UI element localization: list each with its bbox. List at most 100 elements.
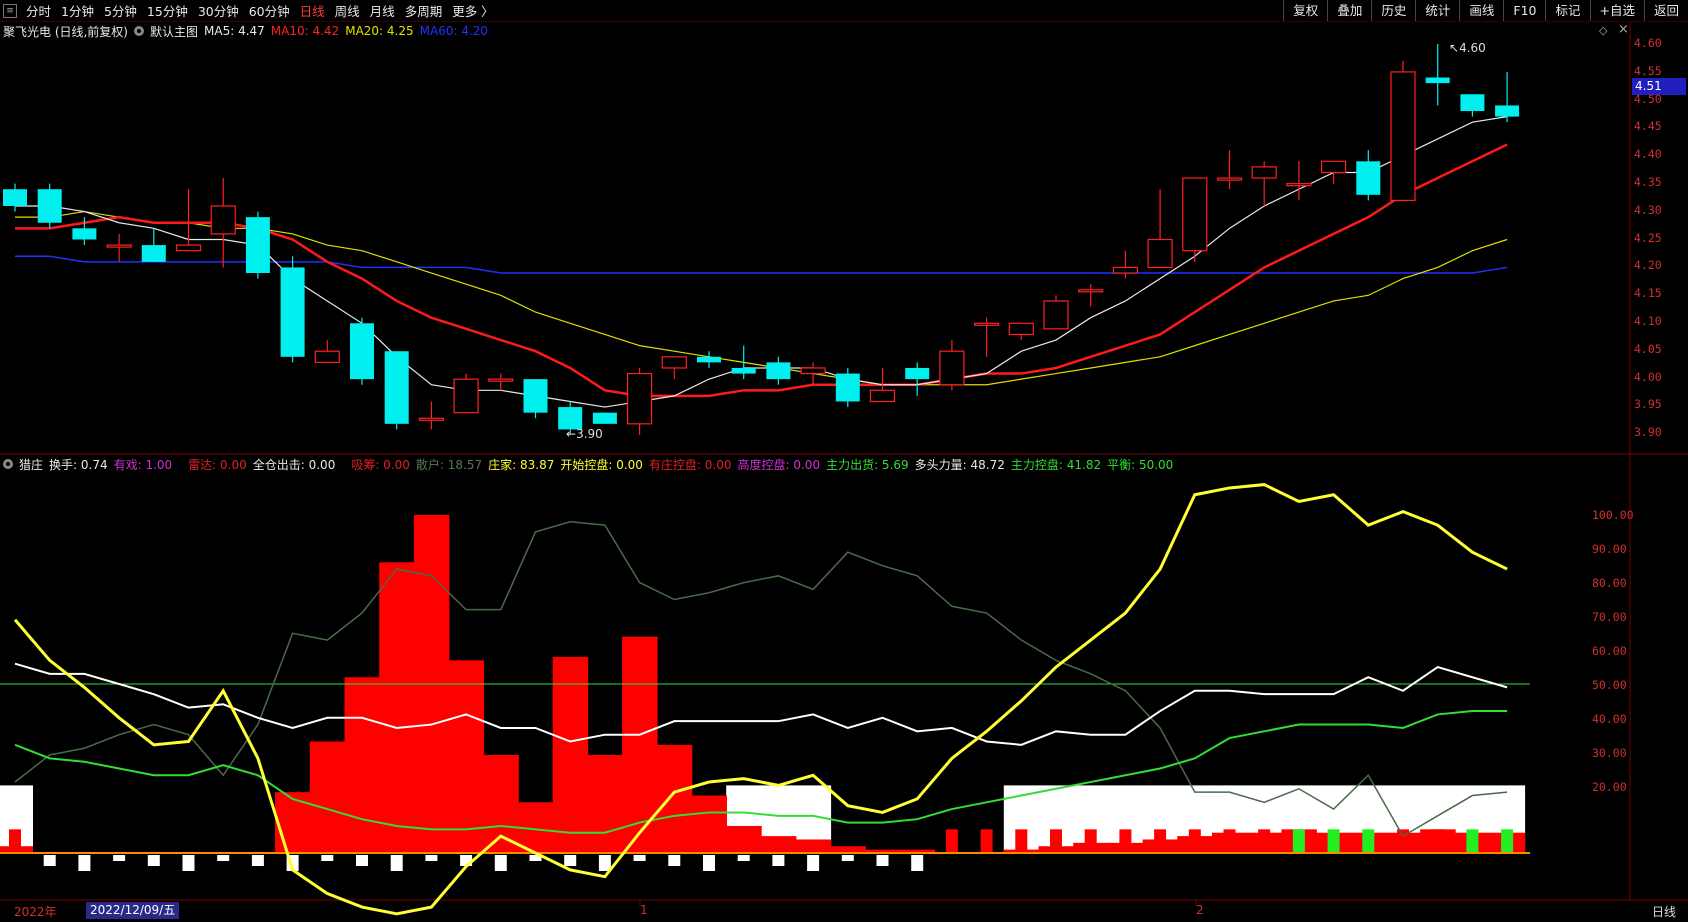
candle-body <box>835 373 860 402</box>
close-icon[interactable]: × <box>1618 22 1629 37</box>
candle-body <box>1495 105 1520 117</box>
small-bar <box>1084 829 1097 853</box>
small-bar <box>564 855 577 866</box>
red-bar <box>691 795 727 853</box>
indicator-value: 有庄控盘: 0.00 <box>648 457 732 472</box>
candle-body <box>1112 266 1139 274</box>
red-bar <box>795 839 832 853</box>
candle-body <box>350 323 374 380</box>
small-bar <box>1223 829 1236 853</box>
main-legend: 聚飞光电 (日线,前复权) 默认主图 MA5: 4.47 MA10: 4.42 … <box>3 22 494 40</box>
x-year-label: 2022年 <box>14 905 57 919</box>
small-bar <box>1050 829 1062 853</box>
small-bar <box>9 829 21 853</box>
price-tick-label: 4.15 <box>1634 286 1662 301</box>
ma5-label: MA5: 4.47 <box>204 24 265 38</box>
candle-body <box>1356 161 1381 195</box>
small-bar <box>911 855 924 871</box>
candle-body <box>592 412 617 424</box>
indicator-tick-label: 90.00 <box>1592 542 1627 556</box>
indicator-value: 平衡: 50.00 <box>1107 457 1174 472</box>
x-month-label-2: 2 <box>1196 903 1204 917</box>
price-tick-label: 4.05 <box>1634 341 1662 356</box>
indicator-legend: 猎庄 换手: 0.74 有戏: 1.00 雷达: 0.00 全仓出击: 0.00 吸筹:… <box>3 455 1179 473</box>
indicator-name[interactable]: 猎庄 <box>19 456 43 473</box>
red-bar <box>552 656 589 853</box>
main-indicator-name[interactable]: 默认主图 <box>150 23 198 40</box>
red-bar <box>309 741 346 853</box>
ma20-label: MA20: 4.25 <box>345 24 414 38</box>
small-bar <box>390 855 403 871</box>
indicator-value: 有戏: 1.00 <box>113 457 173 472</box>
price-tick-label: 4.10 <box>1634 314 1662 328</box>
price-tick-label: 4.40 <box>1634 147 1662 162</box>
candle-body <box>418 417 444 421</box>
price-tick-label: 3.95 <box>1634 397 1662 412</box>
small-bar <box>980 829 993 853</box>
candle-body <box>1078 289 1104 293</box>
stock-name: 聚飞光电 (日线,前复权) <box>3 24 128 39</box>
small-bar <box>1501 829 1514 853</box>
indicator-value: 散户: 18.57 <box>415 457 483 472</box>
period-footer-label: 日线 <box>1652 905 1677 919</box>
candle-body <box>661 356 687 369</box>
small-bar <box>113 855 126 861</box>
small-bar <box>251 855 264 866</box>
red-bar <box>379 562 415 853</box>
indicator-tick-label: 100.00 <box>1592 508 1634 522</box>
candle-body <box>1043 300 1069 330</box>
small-bar <box>807 855 820 871</box>
small-bar <box>425 855 438 861</box>
candle-body <box>141 245 166 262</box>
small-bar <box>1154 829 1167 853</box>
high-annotation: ↖4.60 <box>1449 41 1486 55</box>
small-bar <box>182 855 195 871</box>
small-bar <box>494 855 507 871</box>
indicator-value: 高度控盘: 0.00 <box>737 457 821 472</box>
small-bar <box>633 855 646 861</box>
indicator-value: 多头力量: 48.72 <box>914 457 1005 472</box>
indicator-value: 开始控盘: 0.00 <box>560 457 643 472</box>
price-tick-label: 4.45 <box>1634 119 1662 134</box>
indicator-value: 主力控盘: 41.82 <box>1010 457 1102 472</box>
small-bar <box>147 855 160 866</box>
small-bar <box>703 855 715 871</box>
candle-body <box>37 189 62 223</box>
candle-body <box>488 378 514 382</box>
small-bar <box>1466 829 1479 853</box>
small-bar <box>772 855 785 866</box>
indicator-tick-label: 60.00 <box>1592 644 1627 658</box>
small-bar <box>1119 829 1132 853</box>
red-bar <box>483 754 519 853</box>
candle-body <box>905 367 930 380</box>
small-bar <box>1362 829 1375 853</box>
small-bar <box>321 855 334 861</box>
eye-icon[interactable] <box>134 26 144 36</box>
candle-body <box>1460 94 1485 112</box>
candle-body <box>1182 177 1208 252</box>
indicator-tick-label: 80.00 <box>1592 576 1627 590</box>
candle-body <box>1286 183 1312 187</box>
indicator-tick-label: 50.00 <box>1592 678 1627 692</box>
ma10-line <box>15 143 1508 398</box>
indicator-value: 主力出货: 5.69 <box>826 457 909 472</box>
candle-body <box>523 379 548 413</box>
indicator-tick-label: 70.00 <box>1592 610 1627 624</box>
price-tick-label: 3.90 <box>1634 425 1662 440</box>
candle-body <box>800 367 826 375</box>
small-bar <box>876 855 889 866</box>
indicator-value: 换手: 0.74 <box>49 457 108 472</box>
small-bar <box>1292 829 1305 853</box>
small-bar <box>1015 829 1028 853</box>
small-bar <box>598 855 611 871</box>
diamond-icon[interactable]: ◇ <box>1599 24 1607 37</box>
ma20-line <box>15 210 1508 386</box>
candle-body <box>697 356 721 363</box>
candle-body <box>314 350 340 363</box>
eye-icon[interactable] <box>3 459 13 469</box>
indicator-value: 雷达: 0.00 <box>188 457 247 472</box>
candle-body <box>210 205 236 235</box>
price-tick-label: 4.50 <box>1634 91 1662 106</box>
candle-body <box>72 228 97 240</box>
x-month-label-1: 1 <box>640 903 648 917</box>
